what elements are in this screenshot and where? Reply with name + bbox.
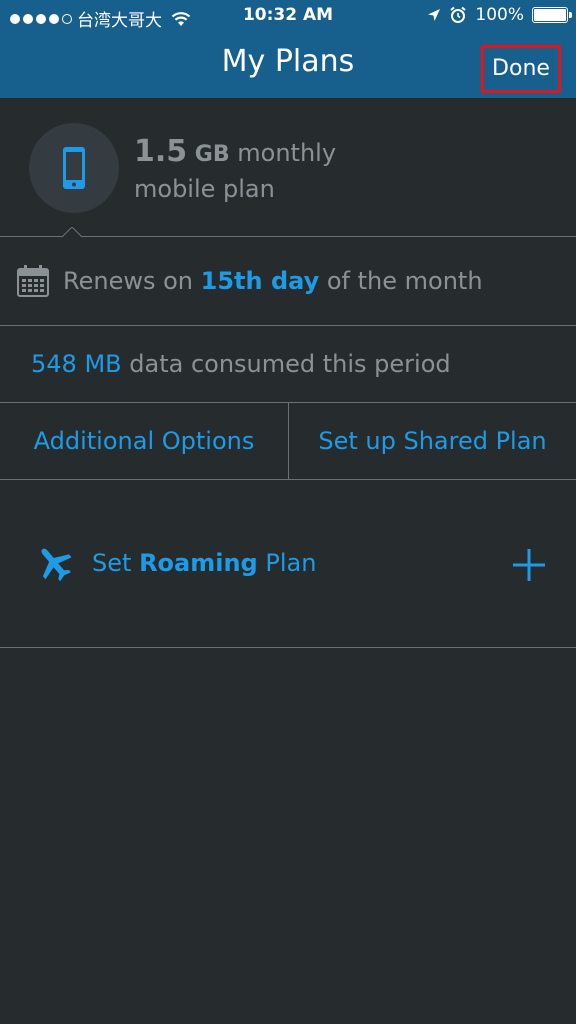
- airplane-icon: [41, 548, 72, 582]
- plan-type: mobile plan: [134, 175, 275, 203]
- status-right-group: 100%: [427, 5, 572, 25]
- alarm-icon: [450, 6, 467, 23]
- roaming-plan-row[interactable]: Set Roaming Plan: [0, 480, 576, 648]
- battery-percent: 100%: [475, 5, 524, 25]
- consumed-amount: 548 MB: [31, 350, 122, 378]
- renewal-text: Renews on 15th day of the month: [63, 267, 483, 295]
- consumed-text: data consumed this period: [129, 350, 451, 378]
- additional-options-label: Additional Options: [33, 427, 255, 455]
- renewal-prefix: Renews on: [63, 267, 193, 295]
- divider: [0, 647, 576, 648]
- renewal-day: 15th day: [200, 267, 320, 295]
- plan-amount: 1.5: [134, 134, 188, 169]
- shared-plan-button[interactable]: Set up Shared Plan: [289, 403, 576, 479]
- plan-icon-badge: [29, 123, 119, 213]
- additional-options-button[interactable]: Additional Options: [0, 403, 288, 479]
- roaming-bold: Roaming: [139, 549, 258, 577]
- renewal-row: Renews on 15th day of the month: [0, 237, 576, 325]
- calendar-icon: [17, 265, 49, 297]
- smartphone-icon: [63, 147, 85, 189]
- plan-unit: GB: [194, 142, 230, 167]
- roaming-prefix: Set: [92, 549, 132, 577]
- plan-size: 1.5 GB monthly: [134, 134, 336, 169]
- options-row: Additional Options Set up Shared Plan: [0, 403, 576, 479]
- renewal-suffix: of the month: [326, 267, 483, 295]
- pointer-notch: [62, 227, 82, 237]
- status-bar: 台湾大哥大 10:32 AM 100%: [0, 0, 576, 32]
- navigation-bar: 台湾大哥大 10:32 AM 100% My Plans Done: [0, 0, 576, 98]
- divider: [0, 325, 576, 326]
- plus-icon[interactable]: [512, 548, 546, 582]
- data-consumed: 548 MB data consumed this period: [31, 350, 451, 378]
- done-button[interactable]: Done: [481, 45, 561, 93]
- plan-period: monthly: [237, 139, 337, 167]
- shared-plan-label: Set up Shared Plan: [318, 427, 547, 455]
- roaming-suffix: Plan: [265, 549, 317, 577]
- done-button-label: Done: [492, 55, 550, 81]
- battery-icon: [532, 7, 572, 23]
- location-arrow-icon: [428, 9, 441, 21]
- roaming-plan-label: Set Roaming Plan: [92, 549, 316, 577]
